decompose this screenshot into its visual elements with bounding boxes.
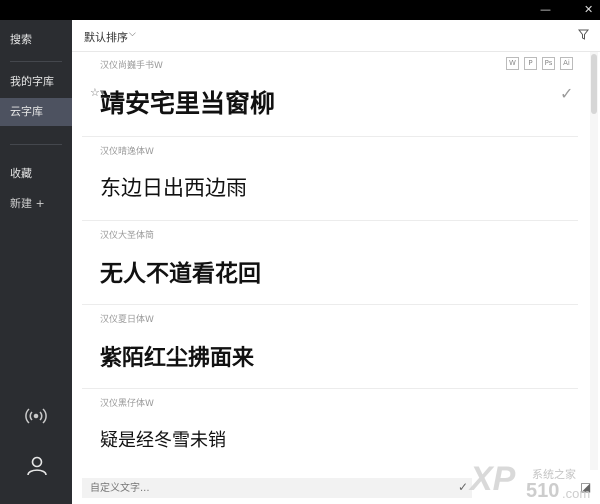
font-row[interactable]: 汉仪大圣体简 无人不道看花回 bbox=[82, 220, 578, 305]
font-preview: 靖安宅里当窗柳 bbox=[100, 89, 276, 118]
sidebar-item-my-library[interactable]: 我的字库 bbox=[0, 68, 72, 96]
sidebar-item-favorites[interactable]: 收藏 bbox=[0, 160, 72, 188]
filter-icon[interactable] bbox=[578, 29, 589, 40]
format-badge-ai: Ai bbox=[560, 57, 573, 70]
scrollbar[interactable] bbox=[590, 52, 598, 470]
font-preview: 东边日出西边雨 bbox=[100, 176, 247, 200]
title-bar: — ✕ bbox=[0, 0, 600, 20]
minimize-button[interactable]: — bbox=[540, 2, 551, 18]
font-preview: 紫陌红尘拂面来 bbox=[100, 345, 255, 371]
font-name: 汉仪晴逸体W bbox=[100, 147, 154, 157]
font-preview: 无人不道看花回 bbox=[100, 260, 261, 287]
font-row[interactable]: 汉仪晴逸体W 东边日出西边雨 bbox=[82, 136, 578, 221]
sort-dropdown[interactable]: 默认排序 bbox=[84, 29, 128, 45]
format-badge-ps: Ps bbox=[542, 57, 555, 70]
check-icon[interactable]: ✓ bbox=[560, 84, 573, 103]
font-name: 汉仪尚巍手书W bbox=[100, 61, 163, 71]
sidebar-divider bbox=[10, 61, 62, 62]
watermark-domain: 510 bbox=[526, 480, 560, 502]
font-row[interactable]: 汉仪黑仔体W 疑是经冬雪未销 bbox=[82, 388, 578, 470]
sidebar-item-cloud-library[interactable]: 云字库 bbox=[0, 98, 72, 126]
chevron-down-icon[interactable]: ⌵ bbox=[129, 29, 136, 39]
sidebar-item-new[interactable]: 新建 + bbox=[0, 190, 72, 218]
sidebar-item-search[interactable]: 搜索 bbox=[0, 26, 72, 54]
font-list: 汉仪尚巍手书W W P Ps Ai ☆▾ 靖安宅里当窗柳 ✓ 汉仪晴逸体W 东边… bbox=[72, 52, 588, 470]
main-panel: 默认排序 ⌵ 汉仪尚巍手书W W P Ps Ai ☆▾ 靖安宅里当窗柳 ✓ 汉仪… bbox=[72, 20, 600, 504]
font-name: 汉仪夏日体W bbox=[100, 315, 154, 325]
font-row[interactable]: 汉仪夏日体W 紫陌红尘拂面来 bbox=[82, 304, 578, 389]
watermark-suffix: .com bbox=[562, 486, 591, 501]
broadcast-icon[interactable] bbox=[24, 406, 48, 426]
format-badge-w: W bbox=[506, 57, 519, 70]
close-button[interactable]: ✕ bbox=[584, 2, 593, 18]
format-badge-p: P bbox=[524, 57, 537, 70]
font-name: 汉仪黑仔体W bbox=[100, 399, 154, 409]
sidebar-divider bbox=[10, 144, 62, 145]
sidebar: 搜索 我的字库 云字库 收藏 新建 + bbox=[0, 20, 72, 504]
custom-text-input[interactable] bbox=[82, 478, 472, 498]
user-avatar-icon[interactable] bbox=[26, 455, 48, 477]
toolbar: 默认排序 ⌵ bbox=[72, 20, 600, 52]
font-name: 汉仪大圣体简 bbox=[100, 231, 155, 241]
font-preview: 疑是经冬雪未销 bbox=[100, 430, 226, 451]
watermark-brand: XP bbox=[470, 460, 516, 498]
watermark-logo: XP 系统之家 510 .com bbox=[466, 460, 600, 504]
font-row[interactable]: 汉仪尚巍手书W W P Ps Ai ☆▾ 靖安宅里当窗柳 ✓ bbox=[82, 52, 578, 137]
scrollbar-thumb[interactable] bbox=[591, 54, 597, 114]
